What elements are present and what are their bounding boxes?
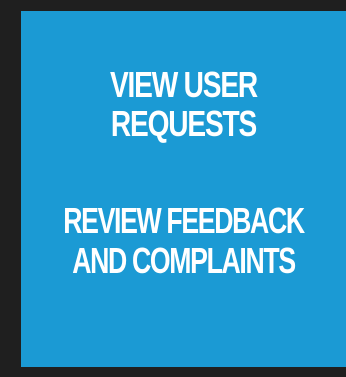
admin-menu-panel: VIEW USER REQUESTS REVIEW FEEDBACK AND C…: [21, 11, 346, 367]
view-user-requests-line-1: VIEW USER: [109, 64, 258, 105]
view-user-requests-line-2: REQUESTS: [110, 103, 257, 144]
screen-frame: VIEW USER REQUESTS REVIEW FEEDBACK AND C…: [0, 0, 346, 377]
review-feedback-link[interactable]: REVIEW FEEDBACK AND COMPLAINTS: [63, 200, 305, 281]
review-feedback-line-2: AND COMPLAINTS: [72, 240, 296, 281]
review-feedback-line-1: REVIEW FEEDBACK: [63, 200, 305, 241]
view-user-requests-link[interactable]: VIEW USER REQUESTS: [57, 65, 311, 143]
